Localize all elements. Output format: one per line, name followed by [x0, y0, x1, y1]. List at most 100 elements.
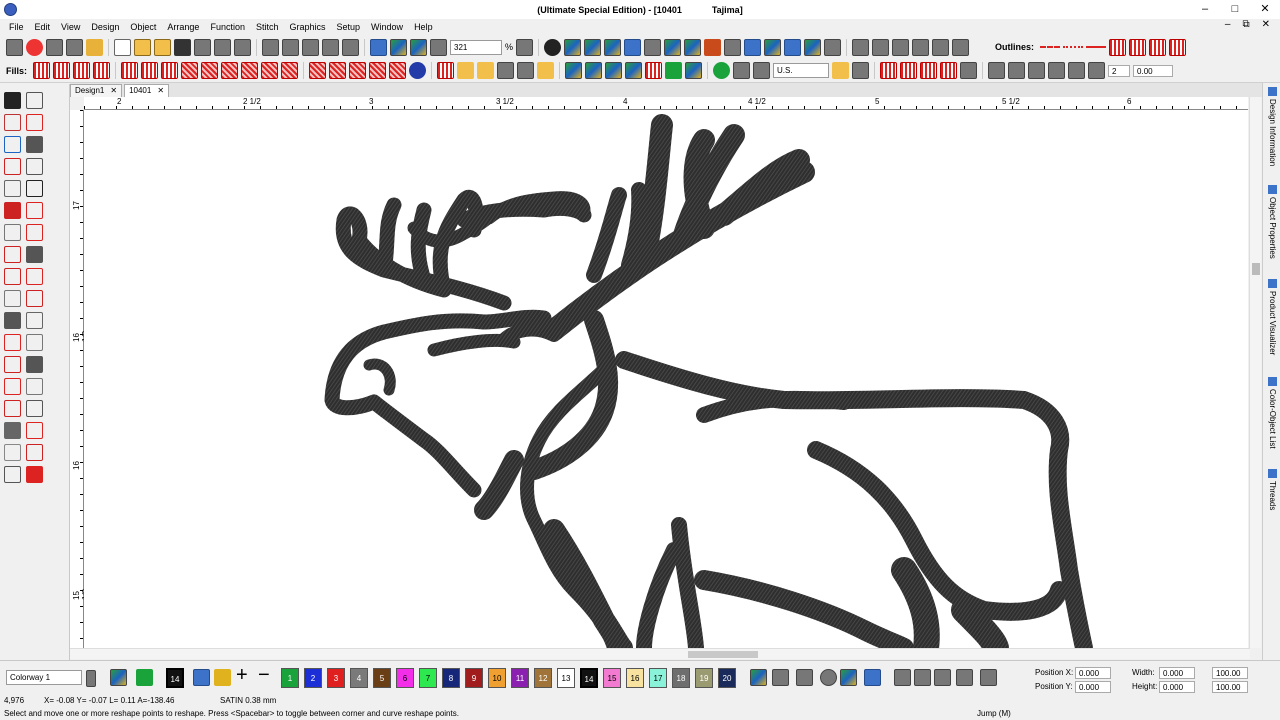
input-c-tool-icon[interactable] [26, 422, 43, 439]
fill-satin-icon[interactable] [33, 62, 51, 79]
fill-color-icon[interactable] [409, 62, 427, 79]
scale-tool-icon[interactable] [26, 312, 43, 329]
arrow-tool-icon[interactable] [26, 378, 43, 395]
redo-icon[interactable] [342, 38, 359, 56]
export-icon[interactable] [194, 38, 211, 56]
zoom-input[interactable]: 321 [450, 39, 502, 55]
fill-e-stitch-icon[interactable] [161, 62, 179, 79]
outline-raised-icon[interactable] [1169, 38, 1187, 56]
kaleido-icon[interactable] [1028, 62, 1046, 79]
grid-fill-icon[interactable] [733, 62, 751, 79]
align-center-icon[interactable] [914, 669, 931, 686]
tab-close-icon[interactable]: ✕ [110, 85, 117, 97]
input-b-tool-icon[interactable] [4, 422, 21, 439]
maximize-button[interactable]: □ [1220, 0, 1250, 19]
new-file-icon[interactable] [114, 38, 131, 56]
balloon-icon[interactable] [46, 38, 63, 56]
align-icon[interactable] [892, 38, 910, 56]
design-canvas[interactable] [84, 110, 1248, 648]
triple-tool-icon[interactable] [26, 466, 43, 483]
curve-tool-icon[interactable] [26, 356, 43, 373]
print-preview-icon[interactable] [234, 38, 251, 56]
fill-zigzag-icon[interactable] [141, 62, 159, 79]
outline-backstitch-icon[interactable] [1149, 38, 1167, 56]
outline-blanket-icon[interactable] [1109, 38, 1127, 56]
nose[interactable] [363, 358, 396, 396]
save-icon[interactable] [174, 38, 191, 56]
neck[interactable] [474, 310, 619, 520]
design-palette-icon[interactable] [110, 669, 127, 686]
select-object-tool-icon[interactable] [4, 92, 21, 109]
belly[interactable] [807, 441, 1068, 621]
front-leg[interactable] [636, 517, 704, 648]
reshape-icon[interactable] [852, 62, 870, 79]
satin-tool-icon[interactable] [4, 400, 21, 417]
wreath-icon[interactable] [1048, 62, 1066, 79]
stamp-fill-icon[interactable] [645, 62, 663, 79]
position-x-input[interactable]: 0.000 [1075, 667, 1111, 679]
object-list-icon[interactable] [604, 38, 622, 56]
thread-chart-icon[interactable] [750, 669, 767, 686]
menu-edit[interactable]: Edit [35, 22, 51, 32]
effect-c-icon[interactable] [920, 62, 938, 79]
outline-running-icon[interactable] [1040, 46, 1061, 48]
fill-wave-icon[interactable] [121, 62, 139, 79]
thread-spool-icon[interactable] [624, 38, 642, 56]
auto-digitize-tool-icon[interactable] [26, 290, 43, 307]
colorway-list-icon[interactable] [86, 670, 96, 687]
lock-tool-icon[interactable] [4, 224, 21, 241]
palette-color-19[interactable]: 19 [695, 668, 713, 688]
cube-icon[interactable] [840, 669, 857, 686]
moose-design[interactable] [84, 110, 1248, 648]
fill-trapunto-icon[interactable] [241, 62, 259, 79]
open-recent-icon[interactable] [154, 38, 171, 56]
fill-curved-icon[interactable] [369, 62, 387, 79]
effect-d-icon[interactable] [940, 62, 958, 79]
hole-tool-icon[interactable] [26, 158, 43, 175]
close-button[interactable]: ✕ [1250, 0, 1280, 19]
array-icon[interactable] [1068, 62, 1086, 79]
palette-color-2[interactable]: 2 [304, 668, 322, 688]
sew-icon[interactable] [764, 38, 782, 56]
palette-color-3[interactable]: 3 [327, 668, 345, 688]
outline-triple-icon[interactable] [1063, 46, 1084, 48]
colorway-select[interactable]: Colorway 1 [6, 670, 82, 685]
align-right-icon[interactable] [934, 669, 951, 686]
node-tool-icon[interactable] [4, 356, 21, 373]
cross-tool-icon[interactable] [4, 268, 21, 285]
break-apart-icon[interactable] [952, 38, 970, 56]
doc-minimize-button[interactable]: – [1225, 19, 1231, 30]
bezier-tool-icon[interactable] [4, 378, 21, 395]
cut-icon[interactable] [262, 38, 279, 56]
shoulder[interactable] [696, 390, 852, 423]
palette-color-12[interactable]: 12 [534, 668, 552, 688]
antler-left[interactable] [335, 190, 592, 311]
input-d-tool-icon[interactable] [4, 444, 21, 461]
combine-icon[interactable] [932, 38, 950, 56]
docker-tab-product-visualizer[interactable]: Product Visualizer [1266, 279, 1279, 355]
sew-out-icon[interactable] [832, 62, 850, 79]
menu-arrange[interactable]: Arrange [167, 22, 199, 32]
ungroup-icon[interactable] [872, 38, 890, 56]
stipple-tool-icon[interactable] [26, 246, 43, 263]
menu-help[interactable]: Help [414, 22, 433, 32]
doc-restore-button[interactable]: ⧉ [1242, 19, 1249, 30]
menu-setup[interactable]: Setup [337, 22, 361, 32]
info-icon[interactable] [544, 38, 562, 56]
palette-color-15[interactable]: 15 [603, 668, 621, 688]
monogram-tool-icon[interactable] [4, 136, 21, 153]
input-a-tool-icon[interactable] [26, 400, 43, 417]
height-input[interactable]: 0.000 [1159, 681, 1195, 693]
menu-design[interactable]: Design [91, 22, 119, 32]
stitch-edit-tool-icon[interactable] [4, 114, 21, 131]
effect-a-icon[interactable] [880, 62, 898, 79]
stamp-icon[interactable] [704, 38, 722, 56]
outline-motif-icon[interactable] [1129, 38, 1147, 56]
mirror-h-icon[interactable] [988, 62, 1006, 79]
fill-radial-icon[interactable] [309, 62, 327, 79]
menu-graphics[interactable]: Graphics [290, 22, 326, 32]
mirror-tool-icon[interactable] [26, 334, 43, 351]
palette-color-16[interactable]: 16 [626, 668, 644, 688]
fill-ribbon-icon[interactable] [537, 62, 555, 79]
outline-satin-icon[interactable] [1086, 46, 1107, 48]
